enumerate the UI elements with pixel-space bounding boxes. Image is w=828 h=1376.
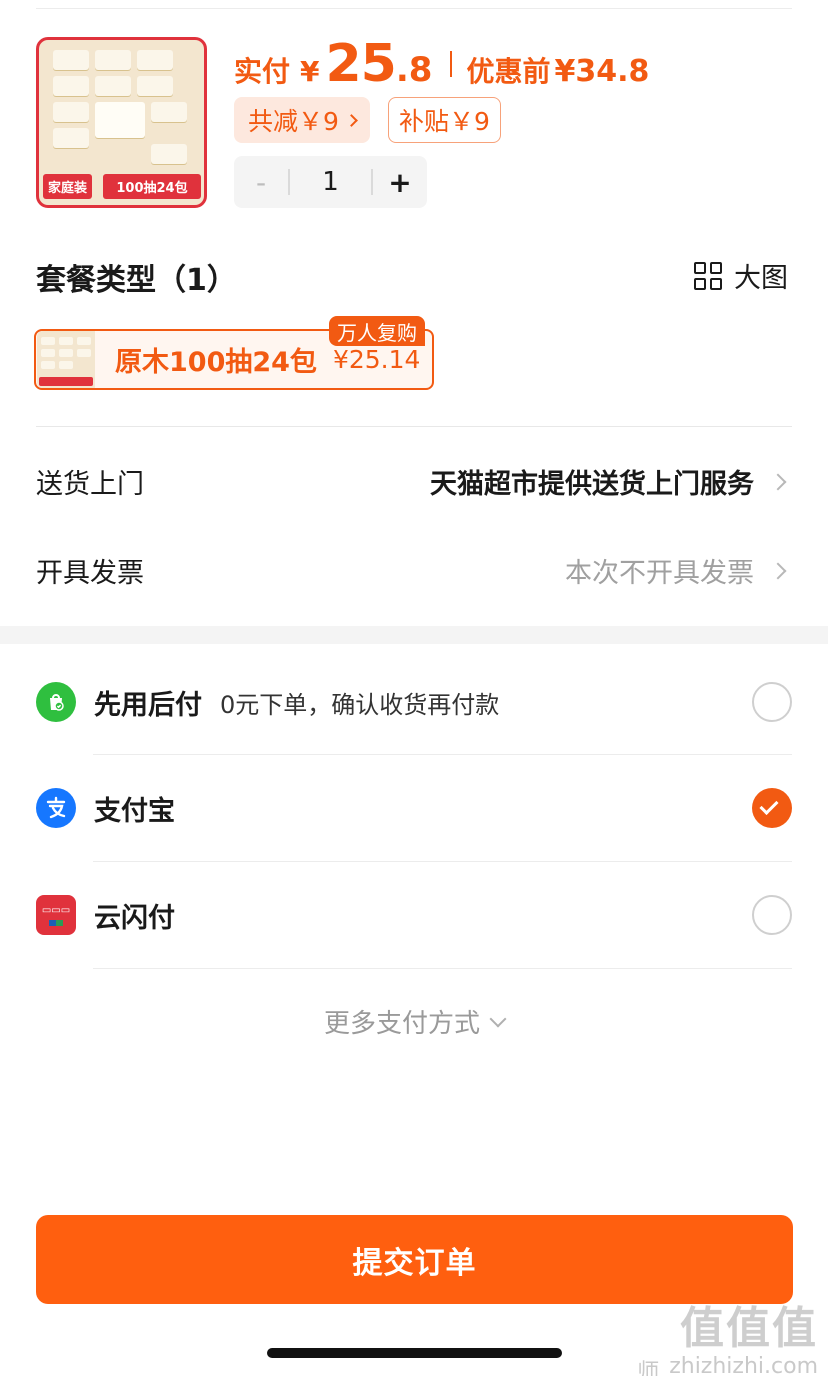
more-payment-methods[interactable]: 更多支付方式 (0, 1003, 828, 1040)
invoice-right: 本次不开具发票 (565, 551, 787, 590)
payment-name: 先用后付 (94, 689, 202, 721)
payment-divider (93, 968, 792, 969)
before-discount-value: ¥34.8 (554, 54, 650, 89)
tissue-pack-graphic (151, 144, 187, 164)
section-separator (0, 626, 828, 644)
payment-divider (93, 754, 792, 755)
quantity-value[interactable]: 1 (290, 167, 371, 197)
price-separator (450, 51, 453, 77)
price-summary: 实付 ¥ 25 .8 优惠前 ¥34.8 (234, 34, 649, 94)
tissue-pack-graphic (137, 76, 173, 96)
tissue-pack-graphic (53, 76, 89, 96)
package-type-title: 套餐类型（1） (36, 263, 237, 298)
pay-later-icon (36, 682, 76, 722)
invoice-value: 本次不开具发票 (565, 558, 754, 589)
invoice-row[interactable]: 开具发票 本次不开具发票 (36, 551, 787, 590)
section-divider (36, 426, 792, 427)
currency-symbol: ¥ (300, 55, 320, 88)
pay-amount-integer: 25 (325, 34, 397, 94)
payment-radio-checked[interactable] (752, 788, 792, 828)
alipay-icon (36, 788, 76, 828)
unionpay-icon: ▭▭▭ (36, 895, 76, 935)
increase-quantity-button[interactable]: + (373, 156, 427, 208)
watermark-sub-right: zhizhizhi.com (669, 1354, 818, 1376)
unionpay-icon-stripe (49, 919, 63, 926)
payment-radio[interactable] (752, 682, 792, 722)
payment-option-unionpay[interactable]: ▭▭▭ 云闪付 (36, 885, 792, 945)
decrease-quantity-button[interactable]: - (234, 156, 288, 208)
payment-divider (93, 861, 792, 862)
total-discount-chip[interactable]: 共减￥9 (234, 97, 370, 143)
chevron-right-icon (769, 562, 787, 579)
watermark-sub-left: 师 (637, 1360, 660, 1376)
package-option-name: 原木100抽24包 (115, 347, 317, 378)
tissue-pack-graphic (53, 102, 89, 122)
tissue-pack-graphic (95, 50, 131, 70)
big-view-toggle[interactable]: 大图 (694, 256, 788, 295)
tissue-pack-graphic (53, 128, 89, 148)
subsidy-text: 补贴￥9 (399, 107, 490, 136)
tissue-pack-graphic (95, 76, 131, 96)
payment-radio[interactable] (752, 895, 792, 935)
repurchase-badge: 万人复购 (329, 316, 425, 346)
subsidy-chip: 补贴￥9 (388, 97, 501, 143)
top-divider (36, 8, 792, 9)
payment-option-alipay[interactable]: 支付宝 (36, 778, 792, 838)
payment-option-pay-later[interactable]: 先用后付 0元下单，确认收货再付款 (36, 672, 792, 732)
chevron-right-icon (769, 473, 787, 490)
before-discount-label: 优惠前 (466, 55, 551, 88)
home-indicator[interactable] (267, 1348, 562, 1358)
tissue-pack-graphic (53, 50, 89, 70)
total-discount-text: 共减￥9 (248, 107, 339, 136)
delivery-row[interactable]: 送货上门 天猫超市提供送货上门服务 (36, 462, 787, 501)
big-view-label: 大图 (734, 263, 788, 294)
package-option-price: ¥25.14 (332, 345, 421, 374)
watermark-sub: 师 zhizhizhi.com (637, 1354, 818, 1376)
tissue-pack-graphic (151, 102, 187, 122)
unionpay-icon-text: ▭▭▭ (41, 904, 71, 916)
package-option-thumbnail (37, 331, 95, 388)
watermark-logo-text: 值值值 (680, 1303, 818, 1354)
submit-order-button[interactable]: 提交订单 (36, 1215, 793, 1304)
product-box-graphic (95, 102, 145, 138)
quantity-stepper: - 1 + (234, 156, 427, 208)
delivery-label: 送货上门 (36, 469, 144, 500)
pay-amount-decimal: .8 (395, 50, 433, 90)
watermark: 值值值 师 zhizhizhi.com (637, 1292, 818, 1376)
chevron-right-icon (345, 113, 358, 127)
pay-label: 实付 (234, 55, 291, 88)
more-payment-label: 更多支付方式 (323, 1009, 480, 1039)
product-thumbnail[interactable]: 家庭装 100抽24包 (36, 37, 207, 208)
tissue-pack-graphic (137, 50, 173, 70)
payment-name: 云闪付 (94, 902, 175, 934)
grid-icon (694, 261, 722, 290)
invoice-label: 开具发票 (36, 558, 144, 589)
payment-description: 0元下单，确认收货再付款 (220, 690, 500, 719)
payment-name: 支付宝 (94, 795, 175, 827)
pack-size-tag: 100抽24包 (103, 174, 201, 199)
delivery-value: 天猫超市提供送货上门服务 (430, 469, 754, 500)
check-icon (759, 795, 779, 816)
chevron-down-icon (489, 1010, 507, 1027)
family-pack-tag: 家庭装 (43, 174, 93, 199)
delivery-right: 天猫超市提供送货上门服务 (430, 462, 787, 501)
